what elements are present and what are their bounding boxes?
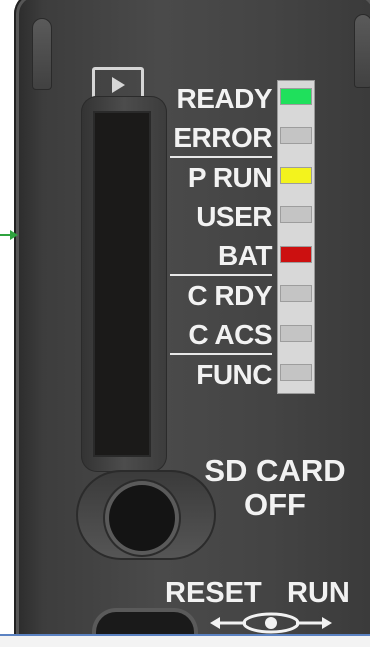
- sd-card-label-line1: SD CARD: [204, 453, 346, 488]
- led-error: [280, 127, 312, 144]
- led-c-rdy: [280, 285, 312, 302]
- led-label-error: ERROR: [173, 122, 272, 153]
- led-bat: [280, 246, 312, 263]
- led-p-run: [280, 167, 312, 184]
- led-label-c-rdy: C RDY: [187, 280, 272, 311]
- led-label-column: READY ERROR P RUN USER BAT C RDY C ACS F…: [160, 82, 273, 394]
- led-label-user: USER: [196, 201, 272, 232]
- switch-direction-icon: [210, 612, 332, 634]
- arrow-right-icon: [322, 617, 332, 629]
- led-label-ready: READY: [176, 83, 272, 114]
- plc-front-panel: READY ERROR P RUN USER BAT C RDY C ACS F…: [0, 0, 370, 647]
- sd-card-off-button[interactable]: [109, 485, 175, 551]
- led-user: [280, 206, 312, 223]
- led-strip: [277, 80, 315, 394]
- led-divider: [170, 274, 272, 276]
- led-label-p-run: P RUN: [187, 162, 273, 193]
- led-ready: [280, 88, 312, 105]
- arrow-right-icon: [10, 230, 18, 240]
- switch-knob-icon: [265, 617, 277, 629]
- arrow-left-icon: [210, 617, 220, 629]
- led-divider: [170, 353, 272, 355]
- display-window: [93, 111, 151, 457]
- bottom-edge: [0, 634, 370, 647]
- left-latch: [32, 18, 52, 90]
- led-divider: [170, 156, 272, 158]
- led-label-c-acs: C ACS: [188, 319, 272, 350]
- led-label-bat: BAT: [218, 240, 272, 271]
- led-c-acs: [280, 325, 312, 342]
- led-label-func: FUNC: [196, 359, 272, 390]
- switch-run-label: RUN: [287, 577, 350, 609]
- right-latch: [354, 14, 370, 88]
- led-func: [280, 364, 312, 381]
- play-triangle-icon: [112, 77, 125, 93]
- switch-reset-label: RESET: [165, 577, 262, 609]
